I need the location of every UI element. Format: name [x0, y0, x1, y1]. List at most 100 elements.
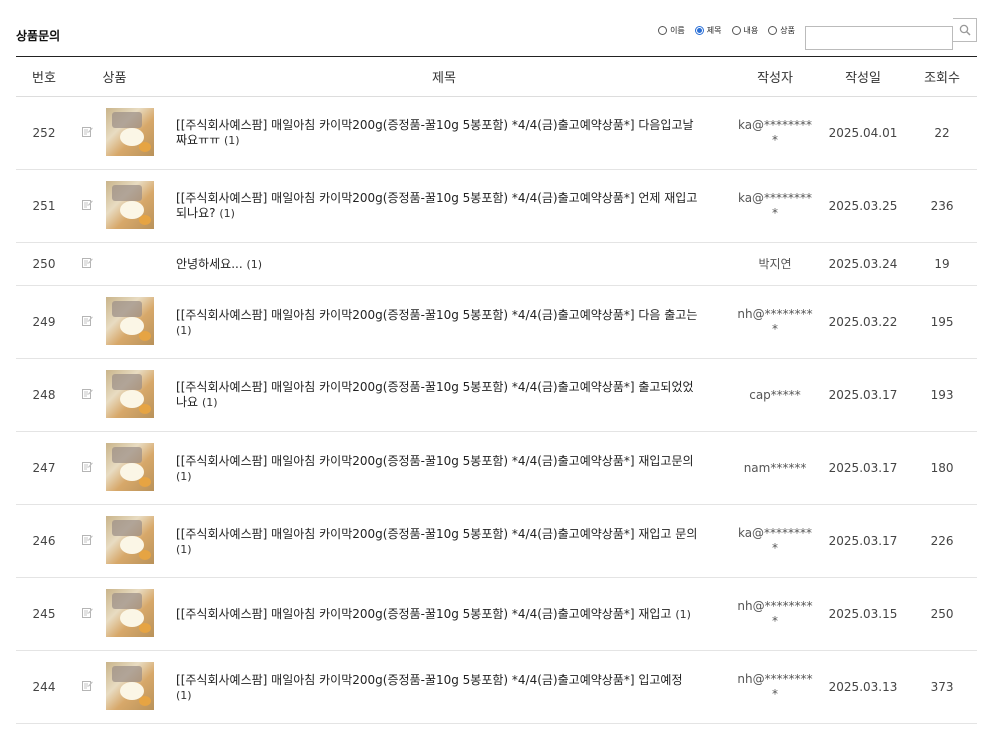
table-header-row: 번호 상품 제목 작성자 작성일 조회수	[16, 56, 978, 97]
post-hits: 373	[930, 680, 954, 694]
table-row[interactable]: 244 [[주식회사예스팜] 매일아침 카이막200g(증정품-꿀10g 5봉포함…	[16, 651, 978, 724]
search-option-1[interactable]: 제목	[694, 25, 722, 36]
page-title: 상품문의	[16, 29, 61, 43]
row-number: 250	[32, 257, 56, 271]
comment-count: (1)	[176, 469, 192, 483]
radio-button[interactable]	[731, 25, 741, 35]
column-header-product: 상품	[102, 71, 127, 86]
post-writer: 박지연	[758, 256, 792, 271]
product-thumbnail[interactable]	[105, 107, 154, 156]
comment-count: (1)	[176, 688, 192, 702]
comment-count: (1)	[201, 396, 218, 409]
post-writer: nam******	[743, 460, 807, 475]
post-date: 2025.03.25	[828, 199, 898, 213]
table-row[interactable]: 245 [[주식회사예스팜] 매일아침 카이막200g(증정품-꿀10g 5봉포함…	[16, 578, 978, 651]
post-writer: nh@*********	[737, 599, 813, 628]
memo-icon	[81, 126, 93, 140]
post-title-link[interactable]: [[주식회사예스팜] 매일아침 카이막200g(증정품-꿀10g 5봉포함) *…	[176, 191, 697, 220]
memo-icon	[81, 315, 93, 329]
post-title-link[interactable]: [[주식회사예스팜] 매일아침 카이막200g(증정품-꿀10g 5봉포함) *…	[176, 673, 683, 687]
product-thumbnail[interactable]	[105, 515, 154, 564]
memo-icon	[81, 534, 93, 548]
search-icon	[959, 24, 971, 36]
radio-button[interactable]	[658, 25, 668, 35]
post-title-link[interactable]: 안녕하세요...	[176, 257, 243, 271]
post-date: 2025.03.24	[828, 257, 898, 271]
post-title-link[interactable]: [[주식회사예스팜] 매일아침 카이막200g(증정품-꿀10g 5봉포함) *…	[176, 527, 697, 541]
post-date: 2025.03.15	[828, 607, 898, 621]
comment-count: (1)	[224, 134, 240, 147]
table-row[interactable]: 248 [[주식회사예스팜] 매일아침 카이막200g(증정품-꿀10g 5봉포함…	[16, 359, 978, 432]
product-thumbnail[interactable]	[105, 661, 154, 710]
board-page: 상품문의 이름 제목 내용 상품 번호 상품 제목 작성자 작성일 조회수 252	[0, 0, 985, 734]
row-number: 244	[32, 680, 56, 694]
comment-count: (1)	[176, 542, 192, 556]
row-number: 246	[32, 534, 56, 548]
search-option-0[interactable]: 이름	[658, 25, 685, 36]
row-number: 248	[32, 388, 56, 402]
post-title-link[interactable]: [[주식회사예스팜] 매일아침 카이막200g(증정품-꿀10g 5봉포함) *…	[176, 607, 671, 621]
column-header-title: 제목	[432, 71, 456, 86]
post-hits: 195	[930, 315, 954, 329]
comment-count: (1)	[176, 323, 192, 337]
column-header-date: 작성일	[845, 71, 881, 86]
post-hits: 250	[930, 607, 954, 621]
comment-count: (1)	[675, 607, 691, 621]
comment-count: (1)	[246, 257, 263, 271]
post-title-link[interactable]: [[주식회사예스팜] 매일아침 카이막200g(증정품-꿀10g 5봉포함) *…	[176, 308, 697, 322]
search-input[interactable]	[805, 26, 953, 50]
table-row[interactable]: 246 [[주식회사예스팜] 매일아침 카이막200g(증정품-꿀10g 5봉포함…	[16, 505, 978, 578]
table-row[interactable]: 252 [[주식회사예스팜] 매일아침 카이막200g(증정품-꿀10g 5봉포함…	[16, 97, 978, 170]
post-date: 2025.03.17	[828, 388, 898, 402]
memo-icon	[81, 680, 93, 694]
radio-label: 상품	[780, 25, 795, 35]
radio-label: 이름	[670, 25, 685, 35]
radio-button[interactable]	[768, 25, 778, 35]
search-option-3[interactable]: 상품	[768, 25, 795, 36]
column-header-writer: 작성자	[757, 71, 793, 86]
post-hits: 226	[930, 534, 954, 548]
column-header-no: 번호	[32, 71, 56, 86]
table-row[interactable]: 249 [[주식회사예스팜] 매일아침 카이막200g(증정품-꿀10g 5봉포함…	[16, 286, 978, 359]
inquiry-table: 번호 상품 제목 작성자 작성일 조회수 252 [[주식회사예스팜] 매일아침 …	[16, 56, 978, 724]
post-title-link[interactable]: [[주식회사예스팜] 매일아침 카이막200g(증정품-꿀10g 5봉포함) *…	[176, 454, 694, 468]
table-row[interactable]: 247 [[주식회사예스팜] 매일아침 카이막200g(증정품-꿀10g 5봉포함…	[16, 432, 978, 505]
product-thumbnail[interactable]	[105, 296, 154, 345]
post-date: 2025.03.17	[828, 461, 898, 475]
memo-icon	[81, 388, 93, 402]
post-title-link[interactable]: [[주식회사예스팜] 매일아침 카이막200g(증정품-꿀10g 5봉포함) *…	[176, 118, 694, 147]
memo-icon	[81, 607, 93, 621]
post-writer: cap*****	[749, 387, 801, 402]
search-button[interactable]	[953, 18, 977, 42]
post-writer: ka@*********	[737, 526, 813, 555]
product-thumbnail[interactable]	[105, 442, 154, 491]
search-option-2[interactable]: 내용	[731, 25, 759, 36]
product-thumbnail[interactable]	[105, 588, 154, 637]
row-number: 251	[32, 199, 56, 213]
table-row[interactable]: 251 [[주식회사예스팜] 매일아침 카이막200g(증정품-꿀10g 5봉포함…	[16, 170, 978, 243]
radio-label: 내용	[743, 25, 759, 35]
radio-label: 제목	[706, 25, 722, 35]
radio-button[interactable]	[694, 25, 704, 35]
post-writer: ka@*********	[737, 118, 813, 147]
product-thumbnail[interactable]	[105, 180, 154, 229]
post-date: 2025.03.22	[828, 315, 898, 329]
memo-icon	[81, 461, 93, 475]
post-hits: 193	[930, 388, 954, 402]
search-options: 이름 제목 내용 상품	[648, 25, 795, 36]
post-date: 2025.03.13	[828, 680, 898, 694]
post-date: 2025.04.01	[828, 126, 898, 140]
product-thumbnail[interactable]	[105, 369, 154, 418]
memo-icon	[81, 257, 93, 271]
post-date: 2025.03.17	[828, 534, 898, 548]
post-writer: ka@*********	[737, 191, 813, 220]
post-title-link[interactable]: [[주식회사예스팜] 매일아침 카이막200g(증정품-꿀10g 5봉포함) *…	[176, 380, 694, 409]
post-hits: 19	[934, 257, 950, 271]
post-writer: nh@*********	[737, 307, 813, 336]
post-hits: 236	[930, 199, 954, 213]
search-area: 이름 제목 내용 상품	[648, 18, 977, 50]
comment-count: (1)	[219, 207, 235, 220]
row-number: 252	[32, 126, 56, 140]
row-number: 247	[32, 461, 56, 475]
table-row[interactable]: 250 안녕하세요... (1) 박지연 2025.03.24 19	[16, 243, 978, 286]
